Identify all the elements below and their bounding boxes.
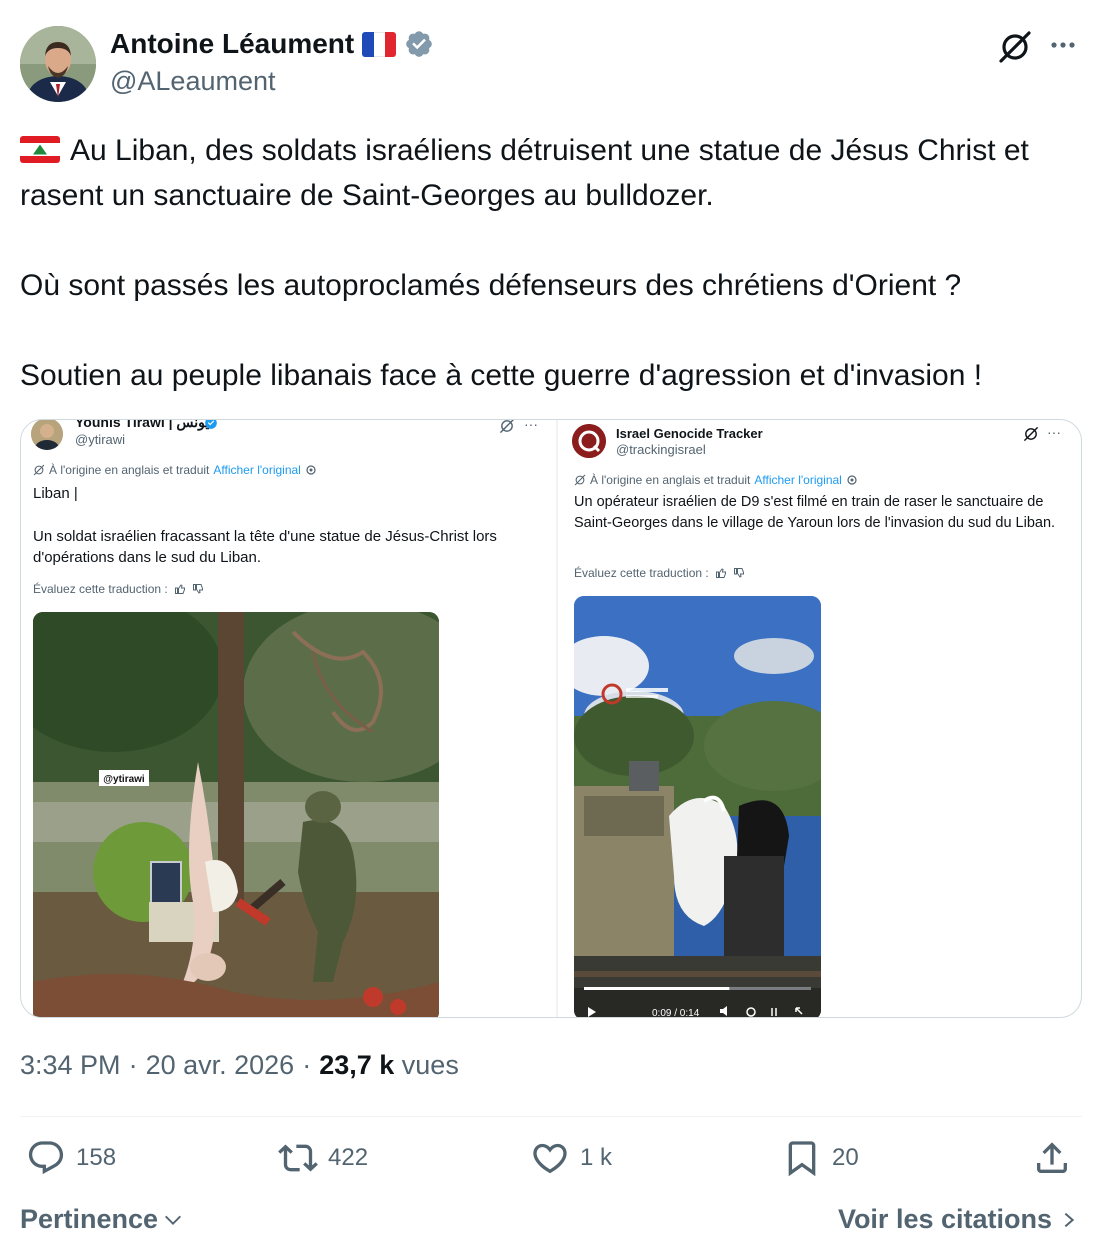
thumbs-down-icon [733, 568, 744, 578]
thumbs-up-icon [174, 584, 185, 594]
meta-separator-2: · [302, 1050, 312, 1080]
right-translated-label: À l'origine en anglais et traduit [590, 473, 751, 487]
tweet-text: Au Liban, des soldats israéliens détruis… [20, 128, 1084, 398]
share-button[interactable] [1032, 1138, 1072, 1178]
chevron-down-icon [165, 1215, 182, 1225]
repost-count: 422 [328, 1144, 369, 1171]
video-progress-fill[interactable] [584, 987, 730, 990]
translate-icon [33, 464, 45, 476]
tweet-paragraph-2: Où sont passés les autoproclamés défense… [20, 269, 962, 302]
views-label: vues [401, 1050, 459, 1080]
right-video-bulldozer[interactable]: 0:09 / 0:14 [574, 596, 821, 1017]
thumbs-up-icon [715, 568, 726, 578]
tweet-time[interactable]: 3:34 PM [20, 1050, 121, 1081]
right-more-icon: ··· [1047, 424, 1061, 440]
left-rate-row: Évaluez cette traduction : [33, 582, 204, 596]
left-rate-label: Évaluez cette traduction : [33, 582, 168, 596]
lebanon-flag-icon [20, 136, 60, 163]
like-button[interactable]: 1 k [530, 1138, 612, 1178]
bookmark-icon [788, 1141, 816, 1177]
like-count: 1 k [580, 1144, 613, 1171]
left-photo-watermark: @ytirawi [103, 774, 145, 785]
heart-icon [533, 1143, 567, 1174]
reply-icon [28, 1141, 64, 1175]
grok-icon[interactable] [998, 30, 1032, 64]
tweet-actions: 158 422 1 k 20 [20, 1138, 1082, 1188]
right-rate-label: Évaluez cette traduction : [574, 566, 709, 580]
right-show-original-link: Afficher l'original [754, 473, 842, 487]
views-count[interactable]: 23,7 k [319, 1050, 394, 1080]
bookmark-button[interactable]: 20 [782, 1138, 859, 1178]
tweet-paragraph-1: Au Liban, des soldats israéliens détruis… [20, 128, 1084, 218]
share-icon [1037, 1142, 1067, 1173]
thumbs-down-icon [192, 584, 203, 594]
repost-button[interactable]: 422 [278, 1138, 368, 1178]
left-more-icon: ··· [524, 420, 538, 432]
tweet-header: Antoine Léaument @ALeaument [20, 26, 1080, 102]
sort-dropdown[interactable]: Pertinence [20, 1204, 184, 1235]
left-show-original-link: Afficher l'original [213, 463, 301, 477]
author-name[interactable]: Antoine Léaument [110, 28, 354, 60]
tweet-meta: 3:34 PM · 20 avr. 2026 · 23,7 k vues [20, 1050, 459, 1081]
settings-icon [847, 475, 857, 485]
france-flag-icon [362, 31, 397, 57]
media-left-screenshot[interactable]: Younis Tirawi | يونس @ytirawi ··· À l'or… [21, 420, 556, 1017]
reply-button[interactable]: 158 [26, 1138, 116, 1178]
author-handle[interactable]: @ALeaument [110, 66, 276, 97]
right-grok-icon [1023, 426, 1039, 442]
right-post-body: Un opérateur israélien de D9 s'est filmé… [574, 494, 1056, 531]
separator [20, 1116, 1082, 1117]
left-translated-label: À l'origine en anglais et traduit [49, 463, 210, 477]
repost-icon [278, 1144, 318, 1172]
left-post-name: Younis Tirawi | يونس [75, 420, 210, 430]
left-post-body: Un soldat israélien fracassant la tête d… [33, 528, 497, 566]
left-translation-row: À l'origine en anglais et traduit Affich… [33, 463, 317, 477]
more-icon[interactable] [1048, 30, 1078, 60]
meta-separator-1: · [128, 1050, 138, 1080]
video-time: 0:09 / 0:14 [652, 1008, 700, 1017]
left-verified-icon [205, 420, 217, 429]
left-post-avatar [31, 420, 63, 450]
bookmark-count: 20 [832, 1144, 859, 1171]
sort-label: Pertinence [20, 1204, 159, 1234]
view-quotes-link[interactable]: Voir les citations [838, 1204, 1078, 1235]
author-avatar[interactable] [20, 26, 96, 102]
left-post-title: Liban | [33, 485, 78, 502]
tweet-date[interactable]: 20 avr. 2026 [146, 1050, 295, 1081]
tweet-paragraph-3: Soutien au peuple libanais face à cette … [20, 359, 983, 392]
tweet-line-1: Au Liban, des soldats israéliens détruis… [20, 134, 1029, 212]
right-rate-row: Évaluez cette traduction : [574, 566, 745, 580]
left-grok-icon [499, 420, 514, 434]
chevron-right-icon [1064, 1212, 1075, 1227]
media-right-screenshot[interactable]: Israel Genocide Tracker @trackingisrael … [558, 420, 1081, 1017]
reply-count: 158 [76, 1144, 117, 1171]
right-translation-row: À l'origine en anglais et traduit Affich… [574, 473, 858, 487]
author-name-row: Antoine Léaument [110, 28, 434, 60]
view-quotes-label: Voir les citations [837, 1204, 1052, 1234]
left-post-handle: @ytirawi [75, 432, 126, 447]
translate-icon [574, 474, 586, 486]
verified-badge-icon [406, 31, 433, 57]
left-photo-statue[interactable]: @ytirawi [33, 612, 439, 1017]
settings-icon [306, 465, 316, 475]
right-post-avatar [572, 424, 606, 458]
right-post-name: Israel Genocide Tracker [616, 426, 763, 441]
tweet-media[interactable]: Younis Tirawi | يونس @ytirawi ··· À l'or… [20, 419, 1082, 1018]
right-post-handle: @trackingisrael [616, 442, 706, 457]
